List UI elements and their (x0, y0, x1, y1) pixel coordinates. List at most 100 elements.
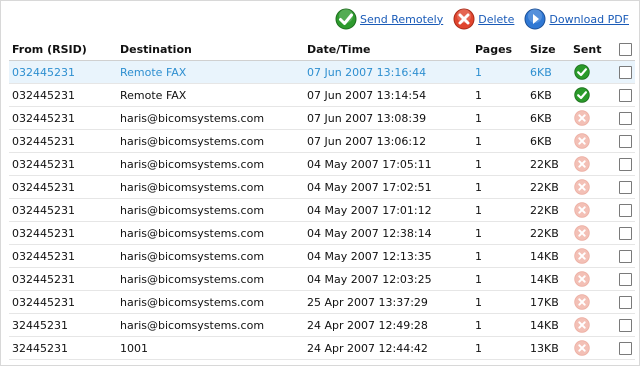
table-row[interactable]: 032445231 Remote FAX 07 Jun 2007 13:14:54 1… (9, 83, 635, 107)
size-cell: 14KB (527, 244, 570, 268)
select-cell (616, 175, 635, 199)
size-cell: 13KB (527, 336, 570, 360)
destination-cell: 1001 (117, 336, 304, 360)
size-cell: 6KB (527, 60, 570, 84)
destination-cell: haris@bicomsystems.com (117, 198, 304, 222)
select-cell (616, 221, 635, 245)
select-cell (616, 129, 635, 153)
destination-cell: Remote FAX (117, 60, 304, 84)
destination-cell: haris@bicomsystems.com (117, 244, 304, 268)
table-row[interactable]: 032445231 haris@bicomsystems.com 04 May 20… (9, 198, 635, 222)
fail-icon (573, 340, 616, 356)
destination-cell: haris@bicomsystems.com (117, 221, 304, 245)
datetime-cell: 07 Jun 2007 13:08:39 (304, 106, 472, 130)
size-cell: 6KB (527, 83, 570, 107)
size-cell: 22KB (527, 221, 570, 245)
download-pdf-label[interactable]: Download PDF (549, 13, 629, 26)
from-cell: 032445231 (9, 290, 117, 314)
send-check-icon (335, 8, 357, 30)
destination-cell: haris@bicomsystems.com (117, 313, 304, 337)
send-remotely-button[interactable]: Send Remotely (335, 8, 443, 30)
delete-button[interactable]: Delete (453, 8, 514, 30)
row-checkbox[interactable] (619, 249, 632, 263)
delete-label[interactable]: Delete (478, 13, 514, 26)
sent-cell (570, 267, 616, 291)
sent-cell (570, 175, 616, 199)
row-checkbox[interactable] (619, 134, 632, 148)
table-row[interactable]: 032445231 haris@bicomsystems.com 04 May 20… (9, 267, 635, 291)
size-cell: 6KB (527, 129, 570, 153)
column-header-pages[interactable]: Pages (472, 39, 527, 61)
size-cell: 22KB (527, 152, 570, 176)
size-cell: 6KB (527, 106, 570, 130)
table-row[interactable]: 032445231 haris@bicomsystems.com 07 Jun 20… (9, 129, 635, 153)
pages-cell: 1 (472, 336, 527, 360)
datetime-cell: 04 May 2007 12:03:25 (304, 267, 472, 291)
pages-cell: 1 (472, 152, 527, 176)
row-checkbox[interactable] (619, 65, 632, 79)
row-checkbox[interactable] (619, 341, 632, 355)
destination-cell: Remote FAX (117, 83, 304, 107)
from-cell: 032445231 (9, 221, 117, 245)
select-all-cell (616, 39, 635, 61)
send-remotely-label[interactable]: Send Remotely (360, 13, 443, 26)
column-header-size[interactable]: Size (527, 39, 570, 61)
row-checkbox[interactable] (619, 157, 632, 171)
select-all-checkbox[interactable] (619, 43, 632, 56)
select-cell (616, 83, 635, 107)
datetime-cell: 04 May 2007 12:38:14 (304, 221, 472, 245)
table-row[interactable]: 032445231 haris@bicomsystems.com 04 May 20… (9, 221, 635, 245)
datetime-cell: 07 Jun 2007 13:16:44 (304, 60, 472, 84)
pages-cell: 1 (472, 290, 527, 314)
column-header-from[interactable]: From (RSID) (9, 39, 117, 61)
row-checkbox[interactable] (619, 272, 632, 286)
row-checkbox[interactable] (619, 180, 632, 194)
fail-icon (573, 133, 616, 149)
size-cell: 17KB (527, 290, 570, 314)
table-row[interactable]: 032445231 haris@bicomsystems.com 04 May 20… (9, 175, 635, 199)
row-checkbox[interactable] (619, 88, 632, 102)
table-row[interactable]: 032445231 haris@bicomsystems.com 07 Jun 20… (9, 106, 635, 130)
datetime-cell: 24 Apr 2007 12:44:42 (304, 336, 472, 360)
pages-cell: 1 (472, 83, 527, 107)
row-checkbox[interactable] (619, 111, 632, 125)
fail-icon (573, 179, 616, 195)
sent-cell (570, 313, 616, 337)
table-row[interactable]: 32445231 haris@bicomsystems.com 24 Apr 200… (9, 313, 635, 337)
size-cell: 22KB (527, 198, 570, 222)
from-cell: 32445231 (9, 336, 117, 360)
pages-cell: 1 (472, 244, 527, 268)
from-cell: 032445231 (9, 267, 117, 291)
column-header-destination[interactable]: Destination (117, 39, 304, 61)
table-row[interactable]: 032445231 haris@bicomsystems.com 25 Apr 20… (9, 290, 635, 314)
fail-icon (573, 225, 616, 241)
datetime-cell: 24 Apr 2007 12:49:28 (304, 313, 472, 337)
datetime-cell: 04 May 2007 12:13:35 (304, 244, 472, 268)
destination-cell: haris@bicomsystems.com (117, 152, 304, 176)
download-pdf-button[interactable]: Download PDF (524, 8, 629, 30)
table-row[interactable]: 032445231 haris@bicomsystems.com 04 May 20… (9, 244, 635, 268)
table-row[interactable]: 032445231 haris@bicomsystems.com 04 May 20… (9, 152, 635, 176)
row-checkbox[interactable] (619, 203, 632, 217)
datetime-cell: 07 Jun 2007 13:06:12 (304, 129, 472, 153)
destination-cell: haris@bicomsystems.com (117, 290, 304, 314)
column-header-sent[interactable]: Sent (570, 39, 616, 61)
datetime-cell: 25 Apr 2007 13:37:29 (304, 290, 472, 314)
column-header-datetime[interactable]: Date/Time (304, 39, 472, 61)
table-row[interactable]: 032445231 Remote FAX 07 Jun 2007 13:16:44 1… (9, 60, 635, 84)
fail-icon (573, 156, 616, 172)
select-cell (616, 60, 635, 84)
sent-cell (570, 83, 616, 107)
datetime-cell: 04 May 2007 17:05:11 (304, 152, 472, 176)
select-cell (616, 198, 635, 222)
from-cell: 032445231 (9, 83, 117, 107)
row-checkbox[interactable] (619, 318, 632, 332)
pages-cell: 1 (472, 198, 527, 222)
row-checkbox[interactable] (619, 226, 632, 240)
row-checkbox[interactable] (619, 295, 632, 309)
table-row[interactable]: 32445231 1001 24 Apr 2007 12:44:42 1 13KB (9, 336, 635, 360)
table-header-row: From (RSID) Destination Date/Time Pages … (9, 39, 635, 61)
sent-cell (570, 106, 616, 130)
check-icon (573, 87, 616, 103)
fail-icon (573, 271, 616, 287)
